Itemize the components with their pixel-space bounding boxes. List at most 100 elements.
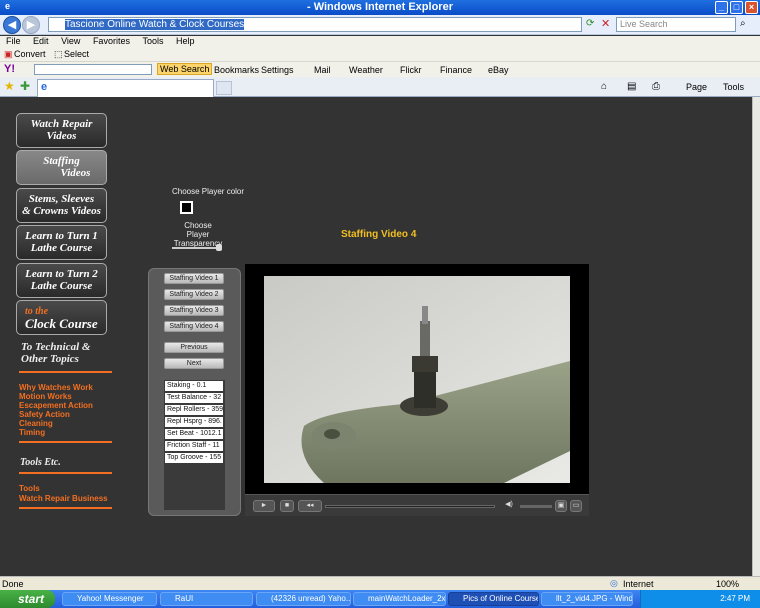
link-watch-repair-business[interactable]: Watch Repair Business: [19, 494, 108, 503]
technical-heading: To Technical & Other Topics: [21, 341, 90, 365]
next-button[interactable]: Next: [164, 358, 224, 369]
maximize-button[interactable]: □: [730, 1, 743, 14]
search-icon[interactable]: ⌕: [740, 18, 746, 29]
task-pics-online-courses[interactable]: Pics of Online Courses: [448, 592, 539, 606]
nav-learn-to-turn-2[interactable]: Learn to Turn 2 Lathe Course: [16, 263, 107, 298]
link-escapement-action[interactable]: Escapement Action: [19, 401, 93, 410]
video-button-1[interactable]: Staffing Video 1: [164, 273, 224, 284]
video-button-2[interactable]: Staffing Video 2: [164, 289, 224, 300]
link-cleaning[interactable]: Cleaning: [19, 419, 53, 428]
new-tab-button[interactable]: [216, 81, 232, 95]
status-text: Done: [2, 579, 24, 589]
transparency-label-line: Choose Player: [184, 221, 212, 239]
tab-current[interactable]: e: [37, 79, 214, 97]
zoom-level[interactable]: 100%: [716, 579, 739, 589]
internet-zone-icon: ◎: [610, 578, 618, 588]
select-icon: ⬚: [54, 49, 63, 59]
search-input[interactable]: Live Search: [616, 17, 736, 32]
captions-icon[interactable]: ▭: [570, 500, 582, 512]
weather-button[interactable]: Weather: [349, 65, 383, 75]
stop-button[interactable]: ■: [280, 500, 294, 512]
divider: [19, 441, 112, 443]
volume-icon[interactable]: ◀): [502, 500, 516, 512]
convert-button[interactable]: Convert: [14, 49, 46, 59]
ebay-button[interactable]: eBay: [488, 65, 509, 75]
tools-menu[interactable]: Tools: [723, 82, 744, 92]
seek-bar[interactable]: [325, 505, 495, 508]
task-raui[interactable]: RaUI: [160, 592, 253, 606]
chapter-item[interactable]: Test Balance - 32: [165, 393, 223, 403]
flickr-button[interactable]: Flickr: [400, 65, 422, 75]
finance-button[interactable]: Finance: [440, 65, 472, 75]
refresh-icon[interactable]: ⟳: [586, 18, 594, 29]
web-search-button[interactable]: Web Search: [157, 63, 213, 75]
task-main-watch-loader[interactable]: mainWatchLoader_2x...: [353, 592, 446, 606]
back-button[interactable]: ◀: [3, 16, 21, 34]
start-button[interactable]: start: [0, 590, 55, 608]
address-input[interactable]: Tascione Online Watch & Clock Courses: [48, 17, 582, 32]
menu-tools[interactable]: Tools: [142, 36, 163, 46]
settings-button[interactable]: Settings: [261, 65, 294, 75]
chapter-item[interactable]: Repl Rollers - 359: [165, 405, 223, 415]
transparency-slider-handle[interactable]: [216, 244, 222, 251]
nav-watch-repair-videos[interactable]: Watch Repair Videos: [16, 113, 107, 148]
link-tools[interactable]: Tools: [19, 484, 40, 493]
select-button[interactable]: Select: [64, 49, 89, 59]
link-why-watches-work[interactable]: Why Watches Work: [19, 383, 93, 392]
nav-staffing-videos[interactable]: Staffing Videos: [16, 150, 107, 185]
forward-button[interactable]: ▶: [22, 16, 40, 34]
menu-edit[interactable]: Edit: [33, 36, 49, 46]
vertical-scrollbar[interactable]: [752, 97, 760, 576]
nav-stems-sleeves-crowns[interactable]: Stems, Sleeves & Crowns Videos: [16, 188, 107, 223]
seek-buttons[interactable]: ◂◂: [298, 500, 322, 512]
video-frame[interactable]: [264, 276, 570, 483]
volume-slider[interactable]: [520, 505, 552, 508]
mail-button[interactable]: Mail: [314, 65, 331, 75]
nav-clock-course[interactable]: to the Clock Course: [16, 300, 107, 335]
chapter-item[interactable]: Friction Staff - 11: [165, 441, 223, 451]
play-button[interactable]: ►: [253, 500, 275, 512]
menu-file[interactable]: File: [6, 36, 21, 46]
home-icon[interactable]: ⌂: [601, 81, 607, 92]
bookmarks-button[interactable]: Bookmarks: [214, 65, 259, 75]
convert-toolbar: ▣ Convert ⬚ Select: [0, 48, 760, 61]
nav-line: Videos: [60, 167, 91, 179]
menu-favorites[interactable]: Favorites: [93, 36, 130, 46]
page-menu[interactable]: Page: [686, 82, 707, 92]
task-image-viewer[interactable]: llt_2_vid4.JPG - Wind...: [541, 592, 633, 606]
link-timing[interactable]: Timing: [19, 428, 45, 437]
chapter-item[interactable]: Top Groove - 155: [165, 453, 223, 463]
divider: [19, 371, 112, 373]
tools-heading: Tools Etc.: [20, 457, 61, 468]
address-bar: ◀ ▶ Tascione Online Watch & Clock Course…: [0, 15, 760, 35]
yahoo-search-input[interactable]: [34, 64, 152, 75]
transparency-slider[interactable]: [172, 247, 222, 249]
video-button-4[interactable]: Staffing Video 4: [164, 321, 224, 332]
stop-icon[interactable]: ✕: [601, 17, 610, 30]
player-color-swatch[interactable]: [180, 201, 193, 214]
chapter-item[interactable]: Set Beat - 1012.1: [165, 429, 223, 439]
favorites-star-icon[interactable]: ★: [4, 79, 15, 93]
fullscreen-icon[interactable]: ▣: [555, 500, 567, 512]
chapter-item[interactable]: Staking - 0.1: [165, 381, 223, 391]
chapter-item[interactable]: Repl Hsprg - 896.: [165, 417, 223, 427]
feeds-icon[interactable]: ▤: [627, 81, 636, 92]
close-button[interactable]: ×: [745, 1, 758, 14]
menu-view[interactable]: View: [61, 36, 80, 46]
tab-bar: ★ ✚ e ⌂ ▤ ⎙ Page Tools: [0, 77, 760, 97]
menu-help[interactable]: Help: [176, 36, 195, 46]
link-safety-action[interactable]: Safety Action: [19, 410, 70, 419]
print-icon[interactable]: ⎙: [652, 81, 660, 92]
yahoo-logo-icon[interactable]: Y!: [4, 63, 15, 75]
previous-button[interactable]: Previous: [164, 342, 224, 353]
add-favorites-icon[interactable]: ✚: [20, 79, 30, 93]
divider: [19, 507, 112, 509]
technical-heading-line: Other Topics: [21, 353, 79, 365]
video-button-3[interactable]: Staffing Video 3: [164, 305, 224, 316]
nav-learn-to-turn-1[interactable]: Learn to Turn 1 Lathe Course: [16, 225, 107, 260]
minimize-button[interactable]: _: [715, 1, 728, 14]
task-yahoo-messenger[interactable]: Yahoo! Messenger: [62, 592, 157, 606]
task-yahoo-mail[interactable]: (42326 unread) Yaho...: [256, 592, 351, 606]
nav-line: & Crowns Videos: [22, 205, 101, 217]
link-motion-works[interactable]: Motion Works: [19, 392, 72, 401]
